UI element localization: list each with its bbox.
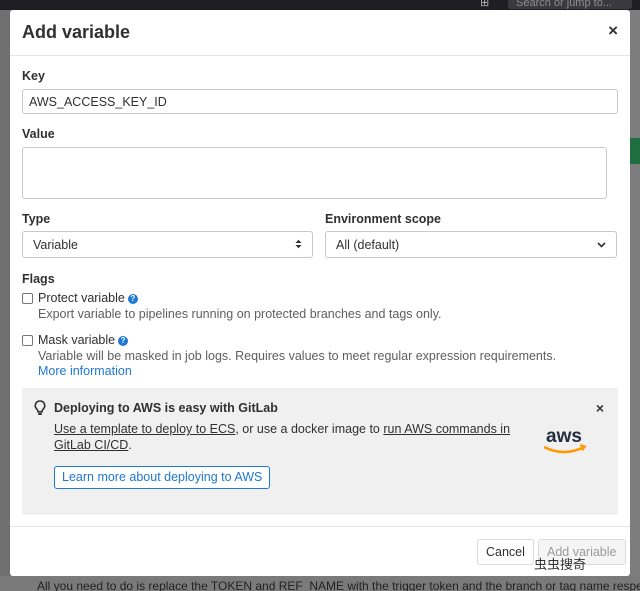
value-textarea[interactable] xyxy=(22,147,607,199)
alert-title: Deploying to AWS is easy with GitLab xyxy=(54,401,278,415)
background-page-edge xyxy=(630,10,640,591)
lightbulb-icon xyxy=(34,400,46,415)
type-selected-value: Variable xyxy=(33,237,78,252)
modal-header: Add variable × xyxy=(10,10,630,56)
question-icon[interactable]: ? xyxy=(118,336,129,346)
watermark: 虫虫搜奇 xyxy=(534,557,587,572)
environment-scope-label: Environment scope xyxy=(325,212,441,226)
aws-deploy-alert: Deploying to AWS is easy with GitLab × U… xyxy=(22,388,618,515)
background-page-text: All you need to do is replace the TOKEN … xyxy=(0,576,640,591)
aws-logo-text: aws xyxy=(546,426,582,447)
background-green-button xyxy=(630,138,640,164)
cancel-button[interactable]: Cancel xyxy=(477,539,534,565)
type-label: Type xyxy=(22,212,51,226)
alert-body: Use a template to deploy to ECS, or use … xyxy=(54,421,524,453)
key-label: Key xyxy=(22,69,45,83)
protect-variable-checkbox[interactable] xyxy=(22,293,33,304)
mask-variable-checkbox[interactable] xyxy=(22,335,33,346)
key-input[interactable] xyxy=(22,89,618,114)
add-variable-modal: Add variable × Key Value Type Variable E… xyxy=(10,10,630,576)
plus-icon: ⊞ xyxy=(480,0,490,9)
close-icon[interactable]: × xyxy=(596,400,604,416)
updown-arrows-icon xyxy=(295,239,302,251)
question-icon[interactable]: ? xyxy=(127,294,138,304)
search-bar: Search or jump to... xyxy=(508,0,632,9)
protect-variable-description: Export variable to pipelines running on … xyxy=(38,307,442,321)
more-information-link[interactable]: More information xyxy=(38,364,132,378)
environment-scope-dropdown[interactable]: All (default) xyxy=(325,231,617,258)
mask-variable-title: Mask variable? xyxy=(38,333,129,347)
learn-more-aws-button[interactable]: Learn more about deploying to AWS xyxy=(54,466,271,489)
mask-description-text: Variable will be masked in job logs. Req… xyxy=(38,349,557,363)
protect-variable-title: Protect variable? xyxy=(38,291,138,305)
mask-variable-description: Variable will be masked in job logs. Req… xyxy=(38,349,578,379)
value-label: Value xyxy=(22,127,55,141)
mask-variable-label: Mask variable xyxy=(38,333,116,347)
protect-variable-label: Protect variable xyxy=(38,291,125,305)
modal-title: Add variable xyxy=(22,22,131,42)
alert-body-end: . xyxy=(128,438,132,452)
close-icon[interactable]: × xyxy=(608,22,618,40)
environment-scope-value: All (default) xyxy=(336,237,400,252)
deploy-to-ecs-link[interactable]: Use a template to deploy to ECS xyxy=(54,422,235,436)
alert-body-text: , or use a docker image to xyxy=(235,422,384,436)
flags-label: Flags xyxy=(22,272,55,286)
type-select[interactable]: Variable xyxy=(22,231,313,258)
chevron-down-icon xyxy=(597,241,606,248)
aws-logo: aws xyxy=(543,426,587,454)
